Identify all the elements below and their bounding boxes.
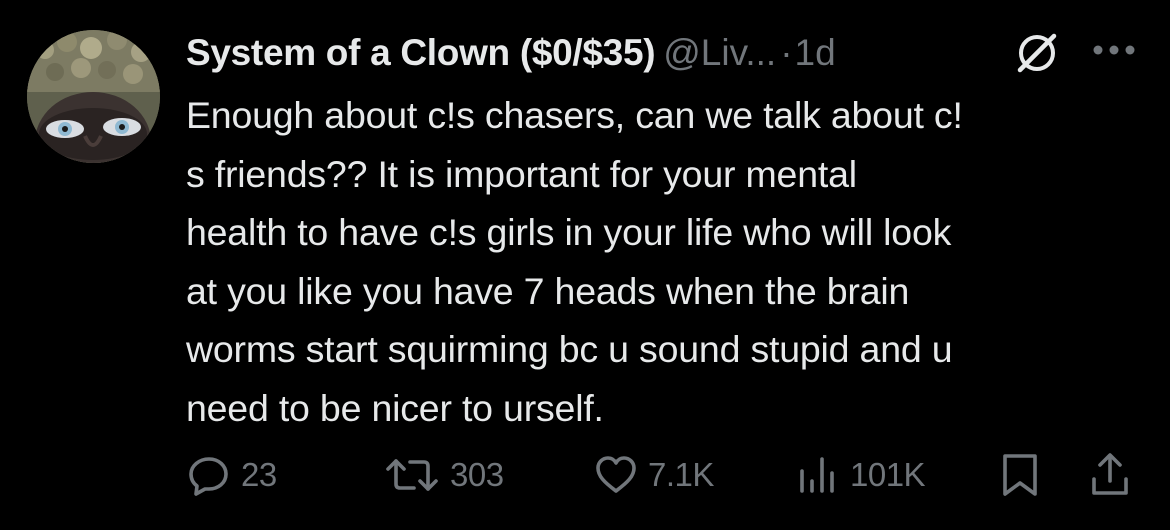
reply-button[interactable]: 23: [187, 450, 277, 500]
action-bar: 23 303 7.1K 101K: [0, 450, 1170, 500]
tweet[interactable]: System of a Clown ($0/$35) @Liv... ·1d Eno…: [0, 0, 1170, 530]
post-timestamp[interactable]: 1d: [795, 32, 836, 73]
author-display-name[interactable]: System of a Clown ($0/$35): [186, 32, 656, 73]
header-separator: ·: [780, 32, 793, 73]
retweet-button[interactable]: 303: [384, 450, 504, 500]
reply-icon: [189, 457, 228, 496]
views-button[interactable]: 101K: [796, 450, 926, 500]
retweet-icon: [386, 459, 438, 491]
like-count: 7.1K: [648, 456, 714, 493]
bookmark-icon: [1003, 454, 1037, 496]
author-handle[interactable]: @Liv...: [663, 32, 776, 73]
share-icon: [1092, 453, 1128, 495]
heart-icon: [596, 456, 636, 493]
retweet-count: 303: [450, 456, 504, 493]
share-button[interactable]: [1088, 450, 1132, 500]
bookmark-button[interactable]: [998, 450, 1042, 500]
tweet-text: Enough about c!s chasers, can we talk ab…: [186, 94, 963, 429]
reply-count: 23: [241, 456, 277, 493]
author-avatar[interactable]: [27, 30, 160, 163]
tweet-header: System of a Clown ($0/$35) @Liv... ·1d: [186, 28, 1146, 78]
views-icon: [800, 457, 834, 493]
like-button[interactable]: 7.1K: [594, 450, 714, 500]
more-icon[interactable]: [1090, 38, 1138, 62]
views-count: 101K: [850, 456, 926, 493]
grok-icon[interactable]: [1014, 30, 1060, 76]
